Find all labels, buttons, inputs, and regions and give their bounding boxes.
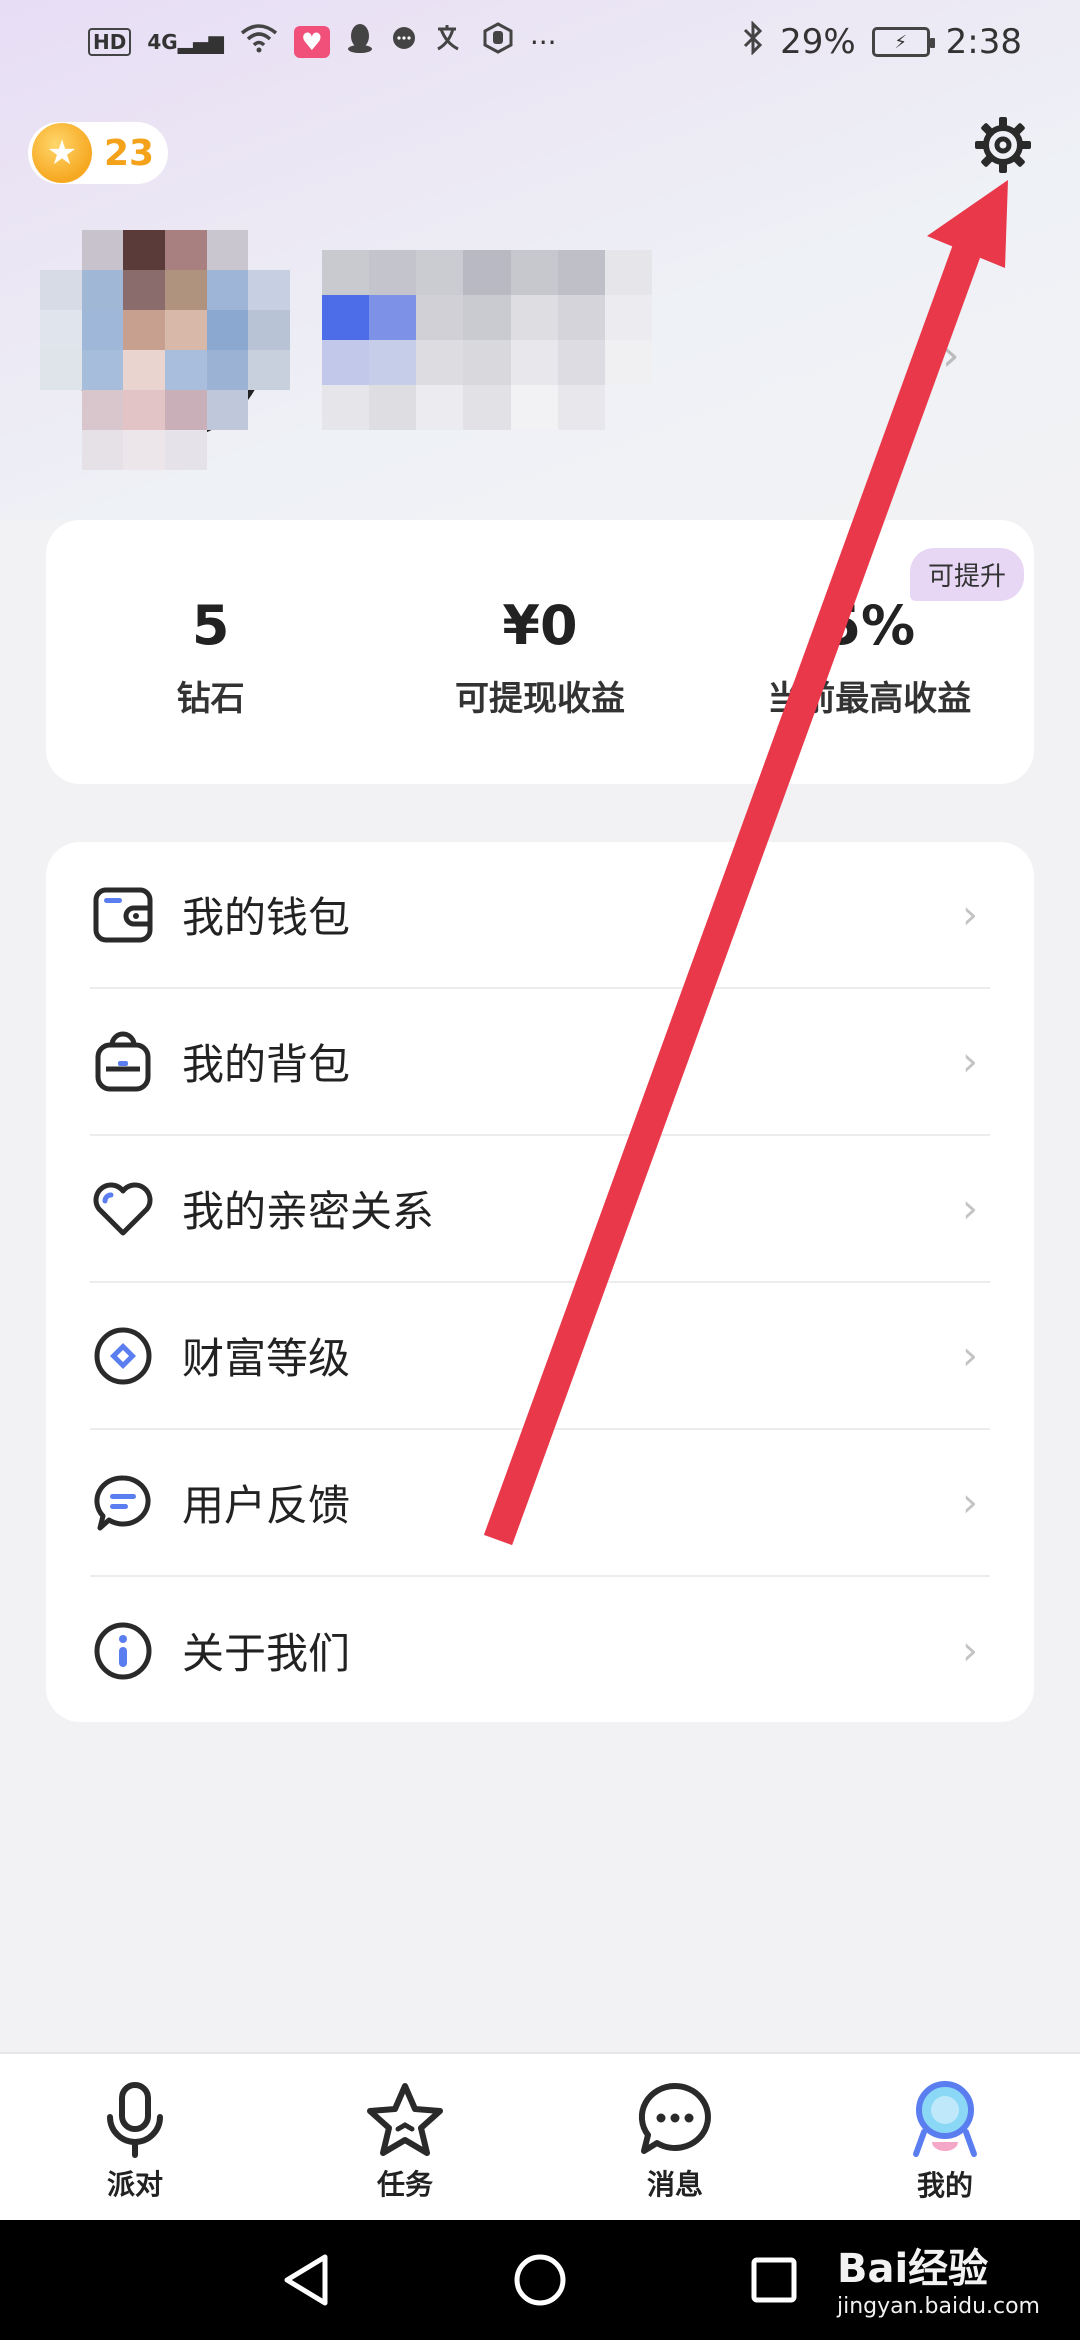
gear-icon <box>975 117 1031 173</box>
recents-button[interactable] <box>749 2255 799 2305</box>
tab-me[interactable]: 我的 <box>810 2054 1080 2220</box>
menu-label: 用户反馈 <box>182 1481 351 1530</box>
app-notification-icon: ♥ <box>293 26 330 58</box>
qq-icon <box>346 22 374 62</box>
tab-label: 我的 <box>916 2169 973 2202</box>
battery-percent: 29% <box>780 22 856 62</box>
watermark-brand: Bai经验 <box>836 2246 989 2292</box>
coin-balance-pill[interactable]: ★ 23 <box>28 122 168 184</box>
hd-badge: HD <box>88 28 132 56</box>
earnings-stats-card: 5 钻石 ¥0 可提现收益 5% 当前最高收益 可提升 <box>46 520 1034 784</box>
chat-bubble-icon <box>390 24 418 60</box>
menu-label: 财富等级 <box>182 1334 351 1383</box>
backpack-icon <box>90 1029 156 1095</box>
stat-value: 5% <box>823 594 916 657</box>
info-icon <box>90 1618 156 1684</box>
status-bar: HD 4G▂▄▆ ♥ ··· 29% ⚡ 2:38 <box>0 0 1080 84</box>
stat-value: ¥0 <box>502 594 578 657</box>
status-icons-left: HD 4G▂▄▆ ♥ ··· <box>88 22 557 62</box>
back-button[interactable] <box>281 2253 331 2307</box>
stat-label: 钻石 <box>176 679 245 719</box>
menu-item-wallet[interactable]: 我的钱包 › <box>90 842 990 989</box>
tab-party[interactable]: 派对 <box>0 2054 270 2220</box>
clock: 2:38 <box>945 22 1022 62</box>
wifi-icon <box>240 23 278 61</box>
tab-label: 任务 <box>376 2168 433 2201</box>
coin-count: 23 <box>104 132 155 174</box>
wealth-level-icon <box>90 1323 156 1389</box>
watermark-url: jingyan.baidu.com <box>836 2294 1040 2319</box>
chevron-right-icon: › <box>962 1627 978 1674</box>
username-pixelation[interactable] <box>322 250 652 430</box>
hand-icon <box>482 22 514 62</box>
stat-value: 5 <box>191 594 230 657</box>
menu-item-wealth-level[interactable]: 财富等级 › <box>90 1283 990 1430</box>
chevron-right-icon: › <box>962 891 978 938</box>
bluetooth-icon <box>742 20 764 63</box>
stat-label: 可提现收益 <box>454 679 625 719</box>
heart-icon <box>90 1176 156 1242</box>
status-icons-right: 29% ⚡ 2:38 <box>742 20 1022 63</box>
menu-label: 关于我们 <box>182 1629 351 1678</box>
signal-icon: 4G▂▄▆ <box>147 30 224 54</box>
chevron-right-icon: › <box>962 1038 978 1085</box>
menu-item-feedback[interactable]: 用户反馈 › <box>90 1430 990 1577</box>
profile-icon <box>913 2081 977 2157</box>
microphone-icon <box>107 2082 163 2158</box>
chevron-right-icon: › <box>962 1185 978 1232</box>
menu-item-intimate-relations[interactable]: 我的亲密关系 › <box>90 1136 990 1283</box>
translate-icon <box>434 23 466 61</box>
wallet-icon <box>90 882 156 948</box>
star-icon <box>367 2083 443 2156</box>
coin-star-icon: ★ <box>32 123 92 183</box>
battery-icon: ⚡ <box>871 27 935 57</box>
chevron-right-icon: › <box>962 1479 978 1526</box>
menu-list: 我的钱包 › 我的背包 › 我的亲密关系 › 财富等级 › 用户反馈 › 关于我… <box>46 842 1034 1722</box>
settings-button[interactable] <box>968 110 1038 180</box>
menu-label: 我的钱包 <box>182 893 351 942</box>
menu-label: 我的亲密关系 <box>182 1187 435 1236</box>
menu-item-backpack[interactable]: 我的背包 › <box>90 989 990 1136</box>
tab-messages[interactable]: 消息 <box>540 2054 810 2220</box>
home-button[interactable] <box>512 2252 568 2308</box>
message-icon <box>638 2082 711 2154</box>
stat-label: 当前最高收益 <box>767 679 972 719</box>
tab-tasks[interactable]: 任务 <box>270 2054 540 2220</box>
avatar-pixelation <box>40 230 290 470</box>
tab-label: 消息 <box>646 2168 703 2201</box>
feedback-icon <box>90 1470 156 1536</box>
menu-item-about-us[interactable]: 关于我们 › <box>90 1577 990 1724</box>
menu-label: 我的背包 <box>182 1040 351 1089</box>
chevron-right-icon: › <box>962 1332 978 1379</box>
stat-withdrawable[interactable]: ¥0 可提现收益 <box>375 520 704 784</box>
profile-chevron-icon[interactable]: › <box>942 330 960 381</box>
stat-diamonds[interactable]: 5 钻石 <box>46 520 375 784</box>
tab-label: 派对 <box>106 2168 163 2201</box>
more-notifications-icon: ··· <box>529 25 557 59</box>
upgrade-badge[interactable]: 可提升 <box>909 548 1024 601</box>
bottom-tab-bar: 派对 任务 消息 我的 <box>0 2052 1080 2220</box>
baidu-jingyan-watermark: Bai经验 jingyan.baidu.com <box>837 2236 1040 2319</box>
